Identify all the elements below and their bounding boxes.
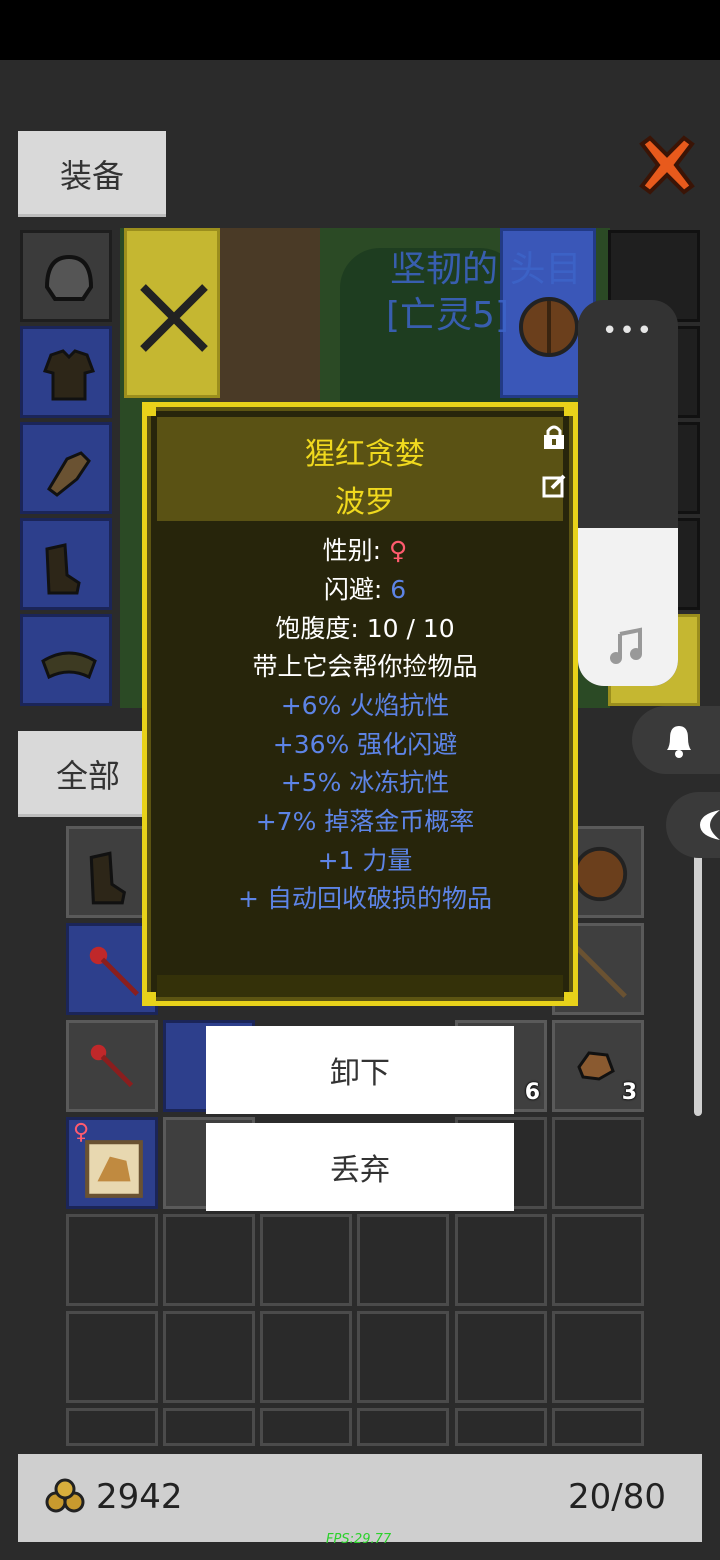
tooltip-corner (564, 402, 578, 416)
unequip-button[interactable]: 卸下 (206, 1026, 514, 1114)
bell-icon (667, 726, 691, 758)
shield-icon (519, 297, 579, 357)
staff-icon (89, 946, 139, 996)
item-tooltip: 猩红贪婪 波罗 性别: ♀ 闪避: 6 饱腹度: 10 / 10 带上它会帮你捡… (142, 402, 578, 1006)
boots-icon (45, 543, 81, 595)
inventory-slot-pet[interactable]: ♀ (66, 1117, 158, 1209)
satiety-row: 饱腹度: 10 / 10 (275, 614, 455, 643)
pet-icon (85, 1140, 143, 1198)
tooltip-corner (564, 992, 578, 1006)
tooltip-corner (142, 992, 156, 1006)
inventory-slot[interactable] (552, 1214, 644, 1306)
staff-icon (90, 1044, 134, 1088)
gold-amount: 2942 (96, 1477, 183, 1517)
tooltip-corner (142, 402, 156, 416)
item-name-line2: 波罗 (335, 485, 395, 520)
boots-slot[interactable] (20, 518, 112, 610)
inventory-slot[interactable] (552, 1311, 644, 1403)
gloves-slot[interactable] (20, 422, 112, 514)
inventory-slot[interactable] (552, 1408, 644, 1446)
notification-toggle[interactable] (632, 706, 720, 774)
item-name: 猩红贪婪 (305, 437, 425, 472)
ore-icon (577, 1051, 615, 1081)
item-description: 带上它会帮你捡物品 (252, 652, 478, 681)
enemy-subtitle: [亡灵5] (386, 295, 509, 336)
close-icon[interactable] (636, 134, 698, 196)
helmet-slot[interactable] (20, 230, 112, 322)
bonus-line: +5% 冰冻抗性 (280, 768, 450, 797)
gold-coins-icon (45, 1478, 85, 1513)
more-icon[interactable]: ••• (578, 316, 678, 346)
armor-icon (43, 349, 95, 401)
rename-icon[interactable] (541, 473, 567, 499)
inventory-slot[interactable] (66, 1020, 158, 1112)
dodge-row: 闪避: 6 (323, 575, 407, 604)
inventory-slot[interactable] (357, 1214, 449, 1306)
night-mode-toggle[interactable] (666, 792, 720, 858)
tab-equipment[interactable]: 装备 (18, 131, 166, 217)
inventory-slot[interactable] (455, 1311, 547, 1403)
inventory-slot[interactable] (357, 1408, 449, 1446)
inventory-slot[interactable] (163, 1311, 255, 1403)
inventory-slot[interactable] (66, 1311, 158, 1403)
belt-slot[interactable] (20, 614, 112, 706)
bonus-line: +36% 强化闪避 (272, 730, 458, 759)
lock-icon[interactable] (541, 423, 567, 451)
gender-value: ♀ (389, 536, 408, 565)
music-icon[interactable] (608, 626, 648, 666)
discard-button[interactable]: 丢弃 (206, 1123, 514, 1211)
boots-icon (89, 851, 127, 905)
bonus-line: +6% 火焰抗性 (280, 691, 450, 720)
status-bar (0, 0, 720, 60)
gloves-icon (47, 451, 91, 497)
moon-icon (700, 810, 720, 840)
inventory-slot[interactable] (163, 1408, 255, 1446)
inventory-slot[interactable]: 3 (552, 1020, 644, 1112)
bonus-line: +1 力量 (317, 846, 413, 875)
inventory-slot[interactable] (260, 1311, 352, 1403)
fps-counter: FPS:29.77 (326, 1532, 392, 1547)
tab-all[interactable]: 全部 (18, 731, 158, 817)
inventory-slot[interactable] (552, 1117, 644, 1209)
bonus-line: +7% 掉落金币概率 (255, 807, 475, 836)
weapon-slot-card[interactable] (124, 228, 220, 398)
inventory-slot[interactable] (455, 1214, 547, 1306)
crossed-swords-icon (140, 284, 208, 352)
inventory-slot[interactable] (260, 1214, 352, 1306)
dodge-value: 6 (390, 575, 407, 604)
helmet-icon (44, 254, 94, 301)
bag-capacity: 20/80 (568, 1477, 666, 1517)
spear-icon (575, 946, 627, 998)
enemy-title: 坚韧的 头目 (390, 249, 582, 290)
inventory-slot[interactable] (260, 1408, 352, 1446)
gender-row: 性别: ♀ (322, 536, 408, 565)
armor-slot[interactable] (20, 326, 112, 418)
floating-control-panel[interactable]: ••• (578, 300, 678, 686)
belt-icon (41, 651, 97, 680)
inventory-slot[interactable] (357, 1311, 449, 1403)
item-quantity: 6 (524, 1080, 540, 1105)
item-quantity: 3 (621, 1080, 637, 1105)
inventory-slot[interactable] (66, 1214, 158, 1306)
bonus-line: + 自动回收破损的物品 (238, 884, 492, 913)
inventory-slot[interactable] (163, 1214, 255, 1306)
inventory-slot[interactable] (66, 1408, 158, 1446)
inventory-scrollbar[interactable] (694, 826, 702, 1116)
inventory-slot[interactable] (455, 1408, 547, 1446)
